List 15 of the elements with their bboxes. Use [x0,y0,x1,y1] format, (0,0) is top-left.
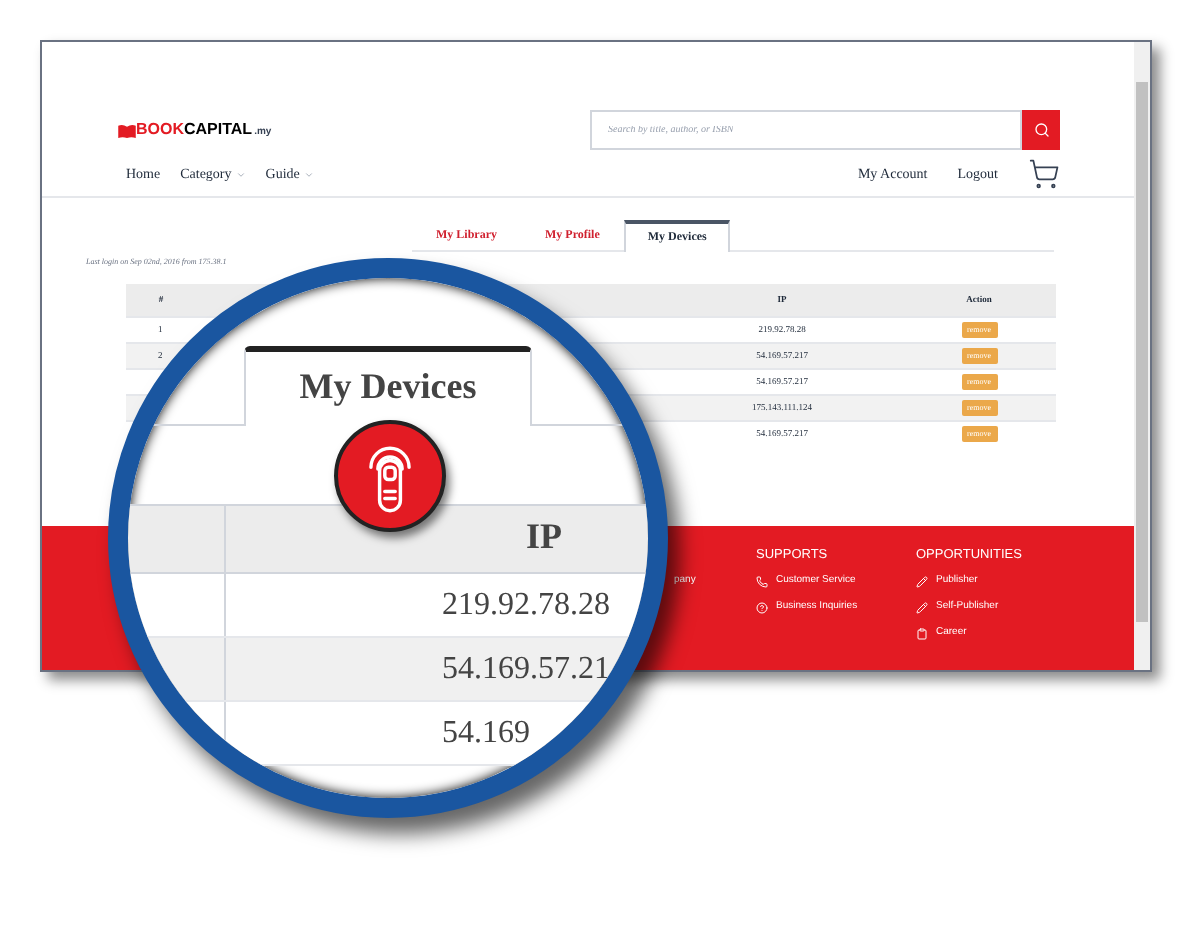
search-icon [1033,122,1049,138]
help-icon [756,601,768,613]
phone-icon [756,575,768,587]
table-cell: 54.169.57.21 [442,651,610,685]
book-icon [118,123,136,137]
table-cell: 54.169 [442,715,530,749]
pencil-icon [916,575,928,587]
chevron-down-icon [235,169,246,179]
scrollbar[interactable] [1134,42,1150,670]
column-header: IP [526,516,562,556]
chevron-down-icon [303,169,314,179]
clipboard-icon [916,627,928,639]
cart-icon[interactable] [1028,158,1060,190]
pencil-icon [916,601,928,613]
table-cell: 219.92.78.28 [442,587,610,621]
